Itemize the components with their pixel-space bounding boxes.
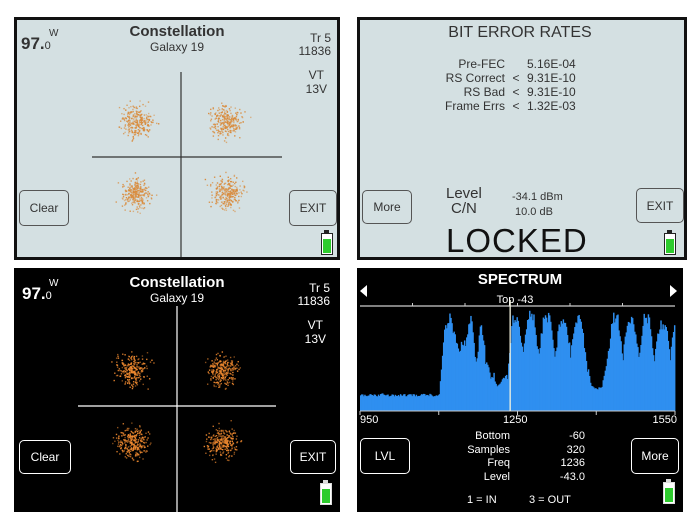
spectrum-chart[interactable] [357, 268, 683, 418]
ber-comparator: < [512, 99, 520, 113]
ber-label: RS Correct [445, 71, 505, 85]
stat-label: Level [483, 470, 510, 483]
signal-labels: Level C/N [446, 185, 482, 217]
bit-error-rates-screen: BIT ERROR RATES Pre-FEC 5.16E-04 RS Correc… [357, 17, 687, 260]
transponder-info: Tr 5 11836 [298, 31, 331, 58]
ber-label: Pre-FEC [458, 57, 505, 71]
clear-button[interactable]: Clear [19, 190, 69, 226]
ber-label: RS Bad [463, 85, 505, 99]
ber-row: Pre-FEC 5.16E-04 [420, 57, 576, 71]
exit-button[interactable]: EXIT [289, 190, 337, 226]
spectrum-stats: Bottom -60 Samples 320 Freq 1236 Level -43.0 [457, 430, 607, 484]
stat-label: Bottom [475, 430, 510, 442]
stat-value: -43.0 [559, 470, 585, 483]
ber-row: RS Correct <9.31E-10 [420, 71, 576, 85]
battery-icon [664, 230, 676, 255]
symbol-cluster [203, 419, 243, 464]
screen-title: Constellation [129, 274, 225, 291]
battery-icon [321, 230, 333, 255]
screen-title: BIT ERROR RATES [448, 24, 592, 41]
ber-label: Frame Errs [445, 99, 505, 113]
symbol-cluster [204, 351, 242, 390]
lock-status: LOCKED [446, 222, 588, 259]
ber-value: 9.31E-10 [527, 85, 576, 99]
x-tick-label: 1550 [652, 414, 677, 426]
output-hint: 3 = OUT [529, 494, 571, 506]
spectrum-bar [673, 325, 676, 411]
stat-value: -60 [569, 430, 585, 442]
x-tick-label: 950 [360, 414, 379, 426]
battery-icon [663, 479, 675, 504]
polarity-info: VT 13V [305, 68, 327, 96]
exit-button[interactable]: EXIT [636, 188, 684, 223]
level-button[interactable]: LVL [360, 438, 410, 474]
stat-row: Freq 1236 [457, 457, 607, 471]
constellation-screen-dark: 97.0 W Constellation Galaxy 19 Tr 5 11836… [14, 268, 340, 512]
input-hint: 1 = IN [467, 494, 497, 506]
battery-icon [320, 480, 332, 505]
symbol-cluster [208, 102, 252, 144]
ber-value: 1.32E-03 [527, 99, 576, 113]
ber-value: 9.31E-10 [527, 71, 576, 85]
symbol-cluster [111, 351, 155, 390]
stat-row: Bottom -60 [457, 430, 607, 444]
signal-values: -34.1 dBm 10.0 dB [512, 191, 563, 218]
polarity-info: VT 13V [304, 318, 326, 346]
ber-comparator: < [512, 71, 520, 85]
x-tick-label: 1250 [503, 414, 528, 426]
ber-comparator: < [512, 85, 520, 99]
symbol-cluster [118, 100, 160, 142]
satellite-name: Galaxy 19 [149, 40, 205, 54]
more-button[interactable]: More [631, 438, 679, 474]
exit-button[interactable]: EXIT [290, 440, 336, 474]
symbol-cluster [204, 171, 248, 213]
spectrum-screen: SPECTRUM Top -43 950 1250 1550 LVL More … [357, 268, 683, 512]
stat-row: Level -43.0 [457, 471, 607, 485]
constellation-screen-light: 97.0 W Constellation Galaxy 19 Tr 5 11836… [14, 17, 340, 260]
screen-title: Constellation [129, 23, 225, 40]
stat-value: 1236 [560, 457, 585, 469]
symbol-cluster [112, 422, 152, 463]
satellite-name: Galaxy 19 [149, 291, 205, 305]
ber-row: Frame Errs <1.32E-03 [420, 99, 576, 113]
transponder-info: Tr 5 11836 [297, 281, 330, 308]
ber-row: RS Bad <9.31E-10 [420, 85, 576, 99]
ber-table: Pre-FEC 5.16E-04 RS Correct <9.31E-10 RS Bad… [420, 57, 576, 113]
more-button[interactable]: More [362, 190, 412, 224]
ber-comparator [505, 57, 527, 71]
stat-row: Samples 320 [457, 444, 607, 458]
clear-button[interactable]: Clear [19, 440, 71, 474]
stat-label: Freq [487, 457, 510, 469]
stat-value: 320 [566, 443, 585, 456]
symbol-cluster [115, 172, 158, 215]
stat-label: Samples [467, 443, 510, 456]
ber-value: 5.16E-04 [527, 57, 576, 71]
